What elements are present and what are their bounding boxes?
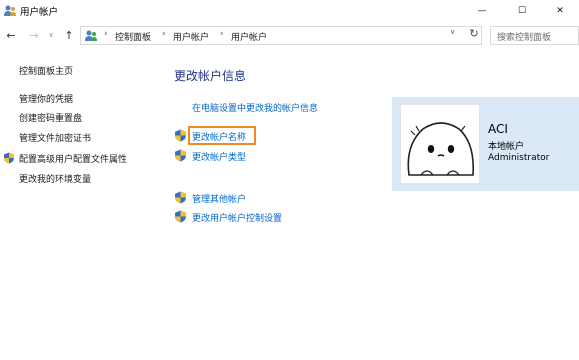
refresh-icon: ↻: [469, 26, 479, 40]
minimize-icon: —: [477, 6, 487, 16]
uac-shield-icon: [175, 191, 186, 204]
chevron-down-icon: ∨: [48, 31, 54, 39]
sidebar-item-environment-variables[interactable]: 更改我的环境变量: [19, 172, 91, 185]
forward-arrow-icon: →: [29, 28, 39, 42]
uac-shield-icon: [175, 210, 186, 223]
breadcrumb-user-accounts-current[interactable]: 用户帐户: [231, 30, 267, 43]
sidebar-item-file-encryption-certs[interactable]: 管理文件加密证书: [19, 131, 91, 144]
uac-shield-icon: [175, 129, 186, 142]
sidebar-item-manage-credentials[interactable]: 管理你的凭据: [19, 92, 73, 105]
maximize-icon: ☐: [517, 6, 527, 16]
maximize-button[interactable]: ☐: [502, 0, 542, 22]
up-arrow-icon: ↑: [64, 28, 74, 42]
uac-shield-icon: [175, 149, 186, 162]
title-bar: 用户帐户 — ☐ ✕: [0, 0, 579, 22]
minimize-button[interactable]: —: [462, 0, 502, 22]
address-bar[interactable]: › 控制面板 › 用户帐户 › 用户帐户: [80, 26, 482, 45]
sidebar: 控制面板主页 管理你的凭据 创建密码重置盘 管理文件加密证书 配置高级用户配置文…: [0, 48, 160, 360]
link-change-account-name[interactable]: 更改帐户名称: [192, 130, 246, 143]
navigation-bar: ← → ∨ ↑ › 控制面板 › 用户帐户 › 用户帐户 ∨ ↻ 搜索控制面板: [0, 22, 579, 48]
window-title: 用户帐户: [20, 7, 59, 18]
sidebar-item-control-panel-home[interactable]: 控制面板主页: [19, 64, 73, 77]
link-manage-other-accounts[interactable]: 管理其他帐户: [192, 192, 246, 205]
users-icon: [4, 5, 16, 16]
uac-shield-icon: [4, 152, 14, 164]
link-uac-settings[interactable]: 更改用户帐户控制设置: [192, 211, 282, 224]
link-change-account-type[interactable]: 更改帐户类型: [192, 150, 246, 163]
search-placeholder: 搜索控制面板: [497, 33, 552, 43]
breadcrumb-separator: ›: [220, 29, 224, 39]
breadcrumb-control-panel[interactable]: 控制面板: [115, 30, 151, 43]
forward-button[interactable]: →: [27, 28, 41, 42]
close-icon: ✕: [556, 6, 564, 16]
breadcrumb-separator: ›: [162, 29, 166, 39]
breadcrumb-separator: ›: [104, 29, 108, 39]
refresh-button[interactable]: ↻: [466, 26, 482, 40]
sidebar-item-advanced-profile[interactable]: 配置高级用户配置文件属性: [19, 152, 127, 165]
address-dropdown-icon[interactable]: ∨: [450, 28, 455, 36]
recent-locations-button[interactable]: ∨: [44, 28, 58, 42]
back-arrow-icon: ←: [6, 28, 16, 42]
breadcrumb-user-accounts[interactable]: 用户帐户: [173, 30, 209, 43]
close-button[interactable]: ✕: [540, 0, 579, 22]
control-panel-icon: [85, 30, 97, 41]
account-type: 本地帐户: [488, 142, 525, 152]
account-name: ACI: [488, 122, 508, 136]
back-button[interactable]: ←: [4, 28, 18, 42]
sidebar-item-password-reset-disk[interactable]: 创建密码重置盘: [19, 111, 82, 124]
avatar[interactable]: [400, 104, 480, 184]
account-role: Administrator: [488, 153, 550, 163]
search-input[interactable]: 搜索控制面板: [490, 26, 579, 45]
page-title: 更改帐户信息: [174, 69, 247, 83]
link-change-in-pc-settings[interactable]: 在电脑设置中更改我的帐户信息: [192, 101, 318, 114]
avatar-cartoon-icon: [407, 122, 475, 176]
up-button[interactable]: ↑: [62, 28, 76, 42]
